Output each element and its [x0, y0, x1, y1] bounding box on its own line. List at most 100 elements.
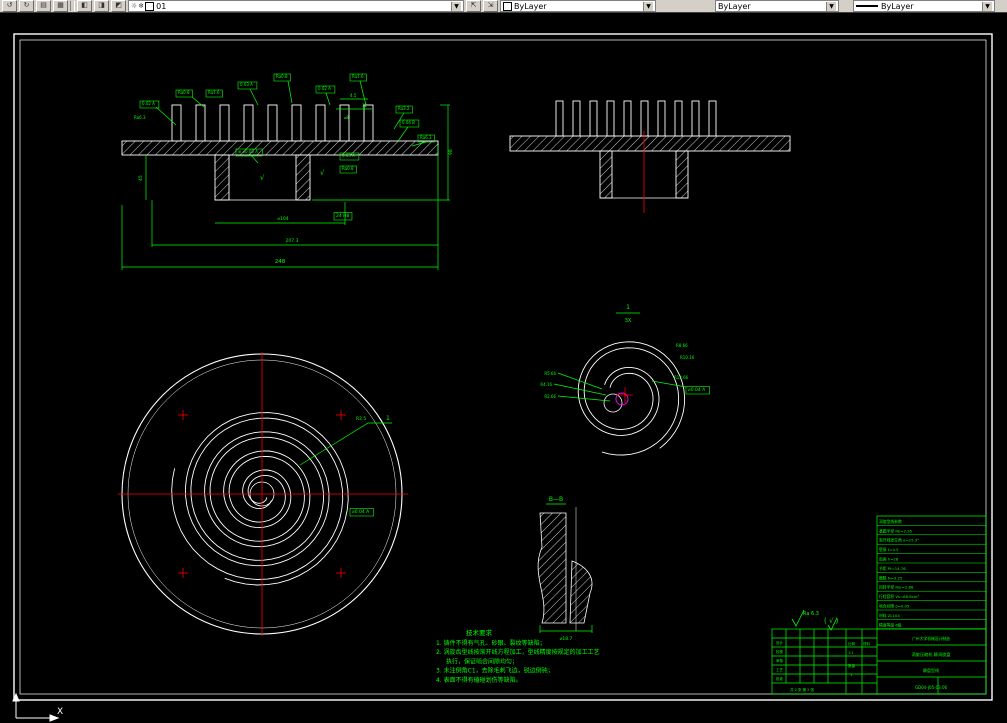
annotation-texts: 0.02 A Ra0.8 Ra1.6 0.03 A Ra0.8 0.02 A Ra1.6 Ra…: [57, 73, 951, 717]
svg-text:R4.16: R4.16: [540, 382, 552, 387]
svg-text:数量: 数量: [848, 663, 856, 668]
svg-text:Ra6.3: Ra6.3: [420, 135, 432, 140]
toolbar-separator: [70, 1, 75, 11]
svg-text:Ra0.8: Ra0.8: [178, 90, 190, 95]
svg-text:校核: 校核: [776, 649, 784, 654]
svg-text:工艺: 工艺: [776, 667, 784, 672]
svg-text:材料: 材料: [863, 641, 871, 646]
svg-text:207.3: 207.3: [286, 238, 299, 244]
svg-text:齿高 h=28: 齿高 h=28: [879, 557, 899, 562]
svg-text:行程容积 Vs=68.6cm³: 行程容积 Vs=68.6cm³: [879, 594, 919, 599]
sheet-frame: [13, 33, 993, 701]
preview-button[interactable]: ▦: [53, 0, 68, 12]
svg-text:√: √: [320, 169, 325, 177]
lineweight-value: ByLayer: [881, 1, 914, 11]
top-toolbar: ↺ ↻ ▤ ▦ ◧ ◨ ◩ ☼ ❄ 01 ▼ ⇱ ⇲ ByLayer ▼ ByL…: [0, 0, 1007, 13]
svg-text:⊕ ⌀0.05 A: ⊕ ⌀0.05 A: [238, 149, 258, 154]
svg-text:精度等级 6级: 精度等级 6级: [879, 622, 902, 627]
layer-freeze-icon: ❄: [138, 1, 145, 10]
svg-text:涡旋压缩机 静涡旋盘: 涡旋压缩机 静涡旋盘: [911, 651, 950, 658]
svg-text:⌀8: ⌀8: [344, 115, 349, 120]
svg-text:⌀0.04 A: ⌀0.04 A: [352, 509, 370, 515]
ucs-icon: [12, 692, 60, 722]
svg-text:1: 1: [850, 673, 852, 677]
linetype-dropdown-arrow[interactable]: ▼: [826, 1, 836, 11]
layer-color-swatch: [145, 1, 155, 11]
drawing-canvas[interactable]: 涡旋型线参数 基圆半径 Rb=2.35 渐开线发生角 α=25.3° 壁厚 t=4.5…: [0, 13, 1007, 723]
svg-text:4. 表面不得有磕碰划伤等缺陷。: 4. 表面不得有磕碰划伤等缺陷。: [436, 676, 522, 684]
current-color-swatch: [503, 1, 512, 11]
svg-text:4.5: 4.5: [350, 93, 357, 98]
svg-text:R12.66: R12.66: [674, 375, 689, 380]
color-dropdown-arrow[interactable]: ▼: [643, 1, 653, 11]
layer-name: 01: [156, 1, 167, 11]
layer-states-button[interactable]: ◨: [94, 0, 109, 12]
svg-text:0.04 B: 0.04 B: [402, 120, 415, 125]
svg-text:Ra3.2: Ra3.2: [398, 106, 410, 111]
svg-text:静盘型线: 静盘型线: [923, 667, 939, 673]
svg-text:Ra1.6: Ra1.6: [208, 90, 220, 95]
svg-text:0.02 A: 0.02 A: [318, 86, 331, 91]
svg-text:0.03 A: 0.03 A: [240, 82, 253, 87]
svg-text:比例: 比例: [848, 641, 856, 646]
svg-text:⌀104: ⌀104: [277, 216, 288, 222]
layer-isolate-button[interactable]: ◩: [111, 0, 126, 12]
svg-text:执行，保证啮合间隙均匀；: 执行，保证啮合间隙均匀；: [446, 657, 518, 665]
view-top-right-section: [509, 100, 791, 213]
redo-button[interactable]: ↻: [19, 0, 34, 12]
svg-text:24 H8: 24 H8: [336, 213, 350, 219]
svg-text:GD04-J05-03.06: GD04-J05-03.06: [915, 685, 948, 690]
svg-text:3X: 3X: [625, 318, 632, 324]
linetype-value: ByLayer: [718, 1, 751, 11]
color-control[interactable]: ByLayer ▼: [500, 0, 656, 12]
detail-center-mark: [617, 387, 633, 403]
lineweight-dropdown-arrow[interactable]: ▼: [982, 1, 992, 11]
svg-text:基圆半径 Rb=2.35: 基圆半径 Rb=2.35: [879, 528, 913, 533]
svg-text:设计: 设计: [776, 640, 784, 645]
detail-involute-curves: [577, 341, 686, 456]
leader-line: [299, 422, 392, 466]
svg-text:1. 铸件不得有气孔、砂眼、裂纹等缺陷；: 1. 铸件不得有气孔、砂眼、裂纹等缺陷；: [436, 639, 546, 647]
svg-text:98: 98: [448, 149, 454, 155]
model-space[interactable]: 涡旋型线参数基圆半径 Rb=2.35 渐开线发生角 α=25.3° 壁厚 t=4.5…: [0, 13, 1007, 723]
make-layer-current-button[interactable]: ⇱: [466, 0, 481, 12]
svg-text:Ra 6.3: Ra 6.3: [803, 611, 819, 617]
svg-text:248: 248: [275, 259, 286, 265]
svg-text:Ra0.8: Ra0.8: [342, 166, 354, 171]
svg-text:啮合间隙 δ=0.05: 啮合间隙 δ=0.05: [879, 604, 910, 609]
svg-text:Ra6.3: Ra6.3: [134, 115, 146, 120]
svg-text:X: X: [57, 707, 63, 717]
linetype-control[interactable]: ByLayer ▼: [715, 0, 839, 12]
layer-on-icon: ☼: [131, 1, 138, 10]
svg-text:0.03 A: 0.03 A: [342, 153, 355, 158]
layer-control[interactable]: ☼ ❄ 01 ▼: [128, 0, 464, 12]
svg-text:材料 ZL104: 材料 ZL104: [879, 613, 900, 618]
title-block: [771, 628, 987, 695]
svg-text:( √ ): ( √ ): [824, 617, 839, 625]
layer-previous-button[interactable]: ⇲: [483, 0, 498, 12]
svg-text:壁厚 t=4.5: 壁厚 t=4.5: [879, 547, 899, 552]
lineweight-control[interactable]: ByLayer ▼: [853, 0, 995, 12]
svg-text:3. 未注倒角C1，去除毛刺飞边，锐边倒钝；: 3. 未注倒角C1，去除毛刺飞边，锐边倒钝；: [436, 667, 554, 675]
svg-text:12: 12: [362, 103, 368, 108]
svg-text:回转半径 Ror=2.88: 回转半径 Ror=2.88: [879, 585, 914, 590]
lineweight-sample-icon: [856, 5, 878, 7]
layers-dialog-button[interactable]: ◧: [77, 0, 92, 12]
svg-text:1: 1: [626, 304, 630, 311]
view-detail-1: [553, 312, 687, 456]
svg-text:0.02 A: 0.02 A: [142, 101, 155, 106]
svg-text:R2.66: R2.66: [544, 394, 556, 399]
svg-text:1:1: 1:1: [848, 651, 854, 655]
print-button[interactable]: ▤: [36, 0, 51, 12]
svg-text:B—B: B—B: [549, 496, 563, 503]
svg-text:节距 Pt=14.76: 节距 Pt=14.76: [879, 566, 906, 571]
layer-dropdown-arrow[interactable]: ▼: [451, 1, 461, 11]
svg-text:批准: 批准: [776, 676, 784, 681]
undo-button[interactable]: ↺: [2, 0, 17, 12]
svg-text:Ra1.6: Ra1.6: [352, 74, 364, 79]
centerlines: [118, 352, 408, 636]
cad-window: ↺ ↻ ▤ ▦ ◧ ◨ ◩ ☼ ❄ 01 ▼ ⇱ ⇲ ByLayer ▼ ByL…: [0, 0, 1007, 723]
svg-text:圈数 N=3.25: 圈数 N=3.25: [879, 575, 903, 580]
svg-text:R2.5: R2.5: [356, 416, 366, 422]
parameter-table: 涡旋型线参数基圆半径 Rb=2.35 渐开线发生角 α=25.3° 壁厚 t=4.5…: [876, 515, 987, 630]
